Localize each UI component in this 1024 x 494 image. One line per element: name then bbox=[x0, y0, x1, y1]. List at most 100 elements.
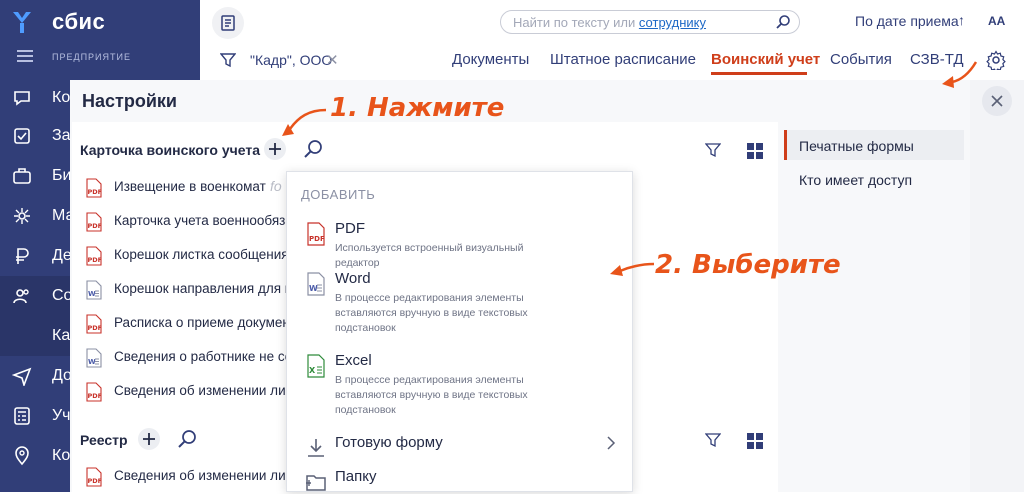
sort-label[interactable]: По дате приема bbox=[855, 13, 959, 29]
add-excel-option[interactable]: X Excel В процессе редактирования элемен… bbox=[287, 352, 632, 416]
location-icon bbox=[15, 446, 29, 466]
add-folder-option[interactable]: Папку bbox=[287, 468, 632, 492]
brand-name: сбис bbox=[52, 9, 106, 34]
filter-icon[interactable] bbox=[705, 142, 721, 158]
download-icon bbox=[308, 439, 324, 457]
people-icon bbox=[13, 289, 29, 304]
sbis-logo-icon bbox=[13, 12, 31, 33]
organization-label: ПРЕДПРИЯТИЕ bbox=[52, 52, 131, 62]
dropdown-title: ДОБАВИТЬ bbox=[301, 187, 376, 202]
tab-documents[interactable]: Документы bbox=[452, 51, 529, 68]
list-item-label: Корешок листка сообщения bbox=[114, 247, 289, 262]
active-tab-indicator bbox=[711, 72, 807, 75]
annotation-arrow-icon bbox=[282, 108, 327, 136]
filter-icon[interactable] bbox=[705, 432, 721, 448]
document-button[interactable] bbox=[212, 7, 244, 39]
chat-icon bbox=[14, 91, 30, 106]
annotation-arrow-icon bbox=[942, 61, 978, 88]
calculator-icon bbox=[14, 407, 30, 425]
pdf-file-icon: PDF bbox=[86, 246, 103, 266]
grid-view-icon[interactable] bbox=[746, 432, 764, 450]
tab-military-records[interactable]: Воинский учет bbox=[711, 51, 820, 68]
word-file-icon: W bbox=[307, 272, 325, 296]
svg-text:PDF: PDF bbox=[309, 235, 325, 243]
svg-text:X: X bbox=[309, 366, 316, 375]
tab-staffing[interactable]: Штатное расписание bbox=[550, 51, 696, 68]
plus-icon bbox=[269, 143, 281, 155]
svg-text:PDF: PDF bbox=[88, 256, 103, 264]
list-item[interactable]: PDF Сведения об изменении лич bbox=[84, 380, 290, 404]
document-icon bbox=[221, 15, 235, 31]
close-panel-button[interactable] bbox=[982, 86, 1012, 116]
add-form-button[interactable] bbox=[264, 138, 286, 160]
annotation-step1: 1. Нажмите bbox=[330, 93, 505, 123]
list-item[interactable]: W Сведения о работнике не со bbox=[84, 346, 290, 370]
list-item[interactable]: PDF Извещение в военкомат bbox=[84, 176, 274, 200]
filter-value[interactable]: "Кадр", ООО bbox=[250, 52, 332, 68]
marketing-icon bbox=[14, 208, 30, 224]
grid-view-icon[interactable] bbox=[746, 142, 764, 160]
plus-icon bbox=[143, 433, 155, 445]
excel-file-icon: X bbox=[307, 354, 325, 378]
pdf-file-icon: PDF bbox=[86, 178, 103, 198]
folder-icon bbox=[306, 475, 326, 491]
money-icon bbox=[16, 248, 29, 264]
menu-icon[interactable] bbox=[17, 50, 33, 62]
list-item-label: Сведения о работнике не со bbox=[114, 349, 290, 364]
search-input[interactable]: Найти по тексту или сотруднику bbox=[500, 10, 800, 34]
add-pdf-option[interactable]: PDF PDF Используется встроенный визуальн… bbox=[287, 220, 632, 269]
list-item-label: Сведения об изменении лич bbox=[114, 383, 290, 398]
send-icon bbox=[12, 367, 32, 386]
word-file-icon: W bbox=[86, 348, 102, 368]
list-item-label: Расписка о приеме документов bbox=[114, 315, 290, 330]
svg-text:W: W bbox=[309, 284, 318, 293]
svg-text:W: W bbox=[88, 358, 96, 366]
pdf-file-icon: PDF bbox=[86, 382, 103, 402]
search-icon[interactable] bbox=[176, 428, 198, 450]
svg-text:PDF: PDF bbox=[88, 392, 103, 400]
filter-clear-icon[interactable]: ✕ bbox=[326, 51, 339, 69]
section-title-military-card: Карточка воинского учета bbox=[80, 142, 260, 158]
menu-access[interactable]: Кто имеет доступ bbox=[784, 164, 964, 194]
list-item[interactable]: PDF Корешок листка сообщения bbox=[84, 244, 289, 268]
list-item-label: Извещение в военкомат bbox=[114, 179, 266, 194]
pdf-file-icon: PDF bbox=[86, 212, 102, 232]
list-item-label: Сведения об изменении лич bbox=[114, 468, 290, 483]
panel-title: Настройки bbox=[82, 91, 177, 111]
pdf-file-icon: PDF bbox=[307, 222, 325, 246]
list-item[interactable]: PDF Расписка о приеме документов bbox=[84, 312, 290, 336]
list-item[interactable]: PDF Сведения об изменении лич bbox=[84, 465, 290, 489]
annotation-step2: 2. Выберите bbox=[655, 250, 841, 280]
list-item[interactable]: PDF Карточка учета военнообязанного bbox=[84, 210, 290, 234]
pdf-file-icon: PDF bbox=[86, 314, 103, 334]
gear-icon[interactable] bbox=[986, 50, 1006, 70]
svg-text:PDF: PDF bbox=[88, 188, 103, 196]
sort-arrow-icon[interactable]: ↑ bbox=[958, 12, 965, 28]
svg-text:PDF: PDF bbox=[88, 324, 103, 332]
search-icon[interactable] bbox=[302, 138, 324, 160]
list-item[interactable]: W Корешок направления для п bbox=[84, 278, 290, 302]
search-placeholder: Найти по тексту или сотруднику bbox=[513, 15, 706, 30]
list-item-label: Карточка учета военнообязанного bbox=[114, 213, 290, 228]
close-icon bbox=[991, 95, 1003, 107]
section-title-registry: Реестр bbox=[80, 432, 128, 448]
svg-text:W: W bbox=[88, 290, 96, 298]
overlay-backdrop bbox=[970, 80, 1024, 492]
menu-print-forms[interactable]: Печатные формы bbox=[784, 130, 964, 160]
search-employee-link[interactable]: сотруднику bbox=[639, 15, 706, 30]
top-header: Найти по тексту или сотруднику По дате п… bbox=[200, 0, 1024, 80]
tasks-icon bbox=[14, 128, 30, 144]
svg-text:PDF: PDF bbox=[88, 477, 103, 485]
word-file-icon: W bbox=[86, 280, 102, 300]
add-word-option[interactable]: W Word В процессе редактирования элемент… bbox=[287, 270, 632, 334]
filter-icon[interactable] bbox=[220, 52, 236, 68]
pdf-file-icon: PDF bbox=[86, 467, 103, 487]
search-icon[interactable] bbox=[775, 14, 791, 30]
font-size-button[interactable]: АА bbox=[988, 14, 1005, 28]
annotation-arrow-icon bbox=[610, 262, 655, 276]
tab-events[interactable]: События bbox=[830, 51, 892, 68]
briefcase-icon bbox=[13, 168, 31, 184]
add-ready-form-option[interactable]: Готовую форму bbox=[287, 434, 632, 458]
add-registry-form-button[interactable] bbox=[138, 428, 160, 450]
add-dropdown-menu: ДОБАВИТЬ PDF PDF Используется встроенный… bbox=[286, 171, 633, 492]
